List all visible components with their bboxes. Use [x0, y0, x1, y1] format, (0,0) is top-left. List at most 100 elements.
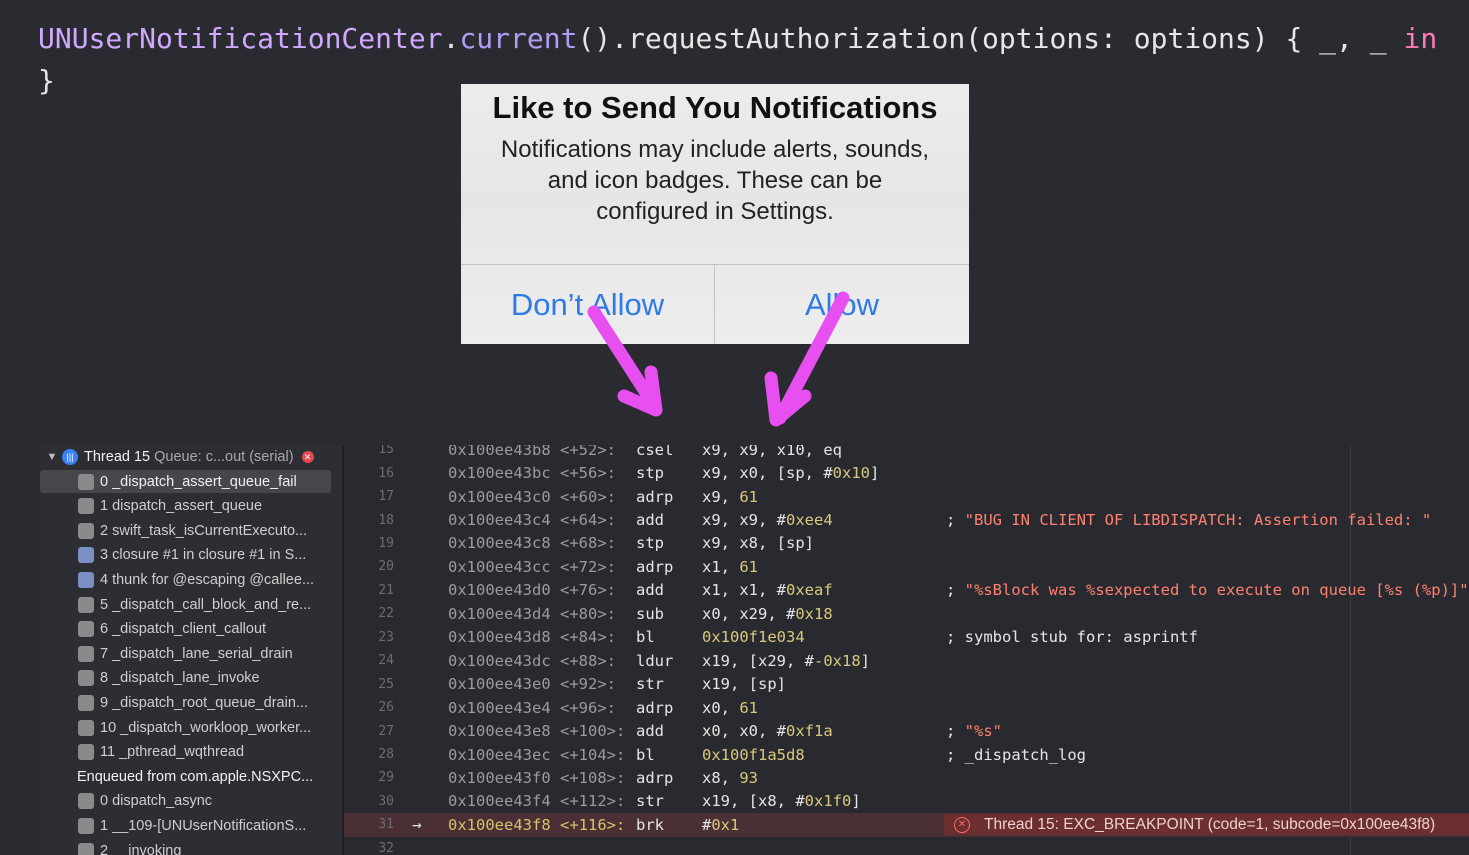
line-number: 17 — [378, 489, 394, 505]
stack-frame[interactable]: 0 dispatch_async — [40, 790, 342, 813]
instruction-offset: <+100>: — [560, 722, 626, 741]
exception-banner[interactable]: ✕ Thread 15: EXC_BREAKPOINT (code=1, subc… — [944, 814, 1469, 836]
stack-frame-label: 11 _pthread_wqthread — [100, 744, 245, 761]
stack-frame[interactable]: 1 __109-[UNUserNotificationS... — [40, 814, 342, 837]
instruction-row[interactable]: 23 0x100ee43d8 <+84>: bl 0x100f1e034 ; symbol… — [344, 626, 1469, 649]
line-number: 32 — [378, 840, 394, 855]
stack-frame-label: 5 _dispatch_call_block_and_re... — [100, 596, 312, 613]
instruction-operands: x19, [x29, #-0x18] — [702, 651, 871, 670]
instruction-row[interactable]: 26 0x100ee43e4 <+96>: adrp x0, 61 — [344, 696, 1469, 719]
instruction-row[interactable]: 27 0x100ee43e8 <+100>: add x0, x0, #0xf1a ; "… — [344, 719, 1469, 742]
library-icon — [78, 694, 94, 711]
stack-frame[interactable]: 2 swift_task_isCurrentExecuto... — [40, 519, 342, 542]
line-number: 30 — [378, 793, 394, 809]
instruction-row[interactable]: 17 0x100ee43c0 <+60>: adrp x9, 61 — [344, 485, 1469, 508]
instruction-mnemonic: stp — [636, 534, 664, 553]
instruction-row[interactable]: 20 0x100ee43cc <+72>: adrp x1, 61 — [344, 555, 1469, 578]
instruction-row[interactable]: 18 0x100ee43c4 <+64>: add x9, x9, #0xee4 ; "B… — [344, 508, 1469, 531]
instruction-mnemonic: adrp — [636, 768, 674, 787]
code-call-rest: ().requestAuthorization(options: options… — [577, 22, 1404, 55]
stack-frame[interactable]: 8 _dispatch_lane_invoke — [40, 667, 342, 690]
instruction-mnemonic: sub — [636, 604, 664, 623]
instruction-address: 0x100ee43dc — [448, 651, 551, 670]
library-icon — [78, 842, 94, 855]
stack-frame[interactable]: 4 thunk for @escaping @callee... — [40, 568, 342, 591]
instruction-row[interactable]: 16 0x100ee43bc <+56>: stp x9, x0, [sp, #0x10… — [344, 461, 1469, 484]
instruction-row[interactable]: 32 — [344, 837, 1469, 855]
instruction-row[interactable]: 25 0x100ee43e0 <+92>: str x19, [sp] — [344, 673, 1469, 696]
instruction-mnemonic: add — [636, 511, 664, 530]
stack-frame[interactable]: 1 dispatch_assert_queue — [40, 495, 342, 518]
line-number: 28 — [378, 747, 394, 763]
instruction-mnemonic: stp — [636, 464, 664, 483]
chevron-down-icon[interactable]: ▼ — [42, 451, 62, 463]
error-icon: ✕ — [954, 816, 970, 833]
instruction-comment: ; "%sBlock was %sexpected to execute on … — [946, 581, 1469, 600]
stack-frame-label: 0 _dispatch_assert_queue_fail — [100, 473, 297, 490]
line-number: 25 — [378, 676, 394, 692]
line-number: 15 — [378, 445, 394, 458]
instruction-row[interactable]: 15 0x100ee43b8 <+52>: csel x9, x9, x10, eq — [344, 445, 1469, 461]
instruction-address: 0x100ee43d8 — [448, 628, 551, 647]
disassembly-view: 15 0x100ee43b8 <+52>: csel x9, x9, x10, eq 16… — [344, 445, 1469, 855]
instruction-operands: x0, x29, #0x18 — [702, 604, 833, 623]
line-number: 29 — [378, 770, 394, 786]
library-icon — [78, 473, 94, 490]
instruction-address: 0x100ee43ec — [448, 745, 551, 764]
stack-frame[interactable]: 10 _dispatch_workloop_worker... — [40, 716, 342, 739]
instruction-row[interactable]: 30 0x100ee43f4 <+112>: str x19, [x8, #0x1f0] — [344, 790, 1469, 813]
instruction-address: 0x100ee43c4 — [448, 511, 551, 530]
alert-message: Notifications may include alerts, sounds… — [500, 136, 930, 225]
instruction-row[interactable]: 28 0x100ee43ec <+104>: bl 0x100f1a5d8 ; _disp… — [344, 743, 1469, 766]
thread-title: Thread 15 — [84, 449, 151, 465]
instruction-operands: x0, 61 — [702, 698, 758, 717]
instruction-offset: <+52>: — [560, 445, 616, 459]
dont-allow-button[interactable]: Don’t Allow — [461, 265, 714, 344]
instruction-address: 0x100ee43cc — [448, 557, 551, 576]
allow-button[interactable]: Allow — [715, 265, 969, 344]
instruction-row[interactable]: 19 0x100ee43c8 <+68>: stp x9, x8, [sp] — [344, 532, 1469, 555]
line-number: 24 — [378, 653, 394, 669]
instruction-offset: <+64>: — [560, 511, 616, 530]
stack-frame[interactable]: 2 __invoking___ — [40, 839, 342, 855]
library-icon — [78, 719, 94, 736]
instruction-address: 0x100ee43f4 — [448, 792, 551, 811]
instruction-mnemonic: add — [636, 722, 664, 741]
instruction-row[interactable]: 24 0x100ee43dc <+88>: ldur x19, [x29, #-0x18… — [344, 649, 1469, 672]
stack-frame[interactable]: 7 _dispatch_lane_serial_drain — [40, 642, 342, 665]
instruction-offset: <+80>: — [560, 604, 616, 623]
instruction-mnemonic: ldur — [636, 651, 674, 670]
current-instruction-row[interactable]: 31 → 0x100ee43f8 <+116>: brk #0x1 ✕ Thread 15: … — [344, 813, 1469, 837]
stack-frame[interactable]: 5 _dispatch_call_block_and_re... — [40, 593, 342, 616]
instruction-row[interactable]: 22 0x100ee43d4 <+80>: sub x0, x29, #0x18 — [344, 602, 1469, 625]
stack-frame[interactable]: 6 _dispatch_client_callout — [40, 618, 342, 641]
stack-frame-label: 3 closure #1 in closure #1 in S... — [100, 547, 307, 564]
thread-header[interactable]: ▼ ||| Thread 15 Queue: c...out (serial) … — [40, 446, 342, 468]
stack-frame[interactable]: 0 _dispatch_assert_queue_fail — [40, 470, 342, 493]
instruction-operands: x19, [x8, #0x1f0] — [702, 792, 861, 811]
instruction-offset: <+88>: — [560, 651, 616, 670]
stack-frame-label: 8 _dispatch_lane_invoke — [100, 670, 260, 687]
instruction-mnemonic: adrp — [636, 698, 674, 717]
code-keyword-in: in — [1403, 22, 1438, 55]
code-closing-brace: } — [38, 64, 55, 97]
line-number: 16 — [378, 465, 394, 481]
instruction-row[interactable]: 21 0x100ee43d0 <+76>: add x1, x1, #0xeaf ; "%… — [344, 579, 1469, 602]
stack-frame[interactable]: 9 _dispatch_root_queue_drain... — [40, 691, 342, 714]
instruction-mnemonic: bl — [636, 745, 655, 764]
instruction-mnemonic: bl — [636, 628, 655, 647]
instruction-comment: ; "BUG IN CLIENT OF LIBDISPATCH: Asserti… — [946, 511, 1432, 530]
debug-navigator: ▼ ||| Thread 15 Queue: c...out (serial) … — [40, 445, 344, 855]
library-icon — [78, 744, 94, 761]
instruction-operands: x0, x0, #0xf1a — [702, 722, 833, 741]
stack-frame[interactable]: 11 _pthread_wqthread — [40, 741, 342, 764]
stack-frame[interactable]: 3 closure #1 in closure #1 in S... — [40, 544, 342, 567]
alert-title: Like to Send You Notifications — [492, 90, 938, 125]
line-number: 21 — [378, 582, 394, 598]
instruction-row[interactable]: 29 0x100ee43f0 <+108>: adrp x8, 93 — [344, 766, 1469, 789]
stack-frame-label: 1 dispatch_assert_queue — [100, 498, 263, 515]
stack-frame-label: 2 swift_task_isCurrentExecuto... — [100, 522, 308, 539]
instruction-operands: #0x1 — [702, 815, 740, 834]
enqueued-from-label: Enqueued from com.apple.NSXPC... — [77, 768, 314, 785]
instruction-offset: <+104>: — [560, 745, 626, 764]
